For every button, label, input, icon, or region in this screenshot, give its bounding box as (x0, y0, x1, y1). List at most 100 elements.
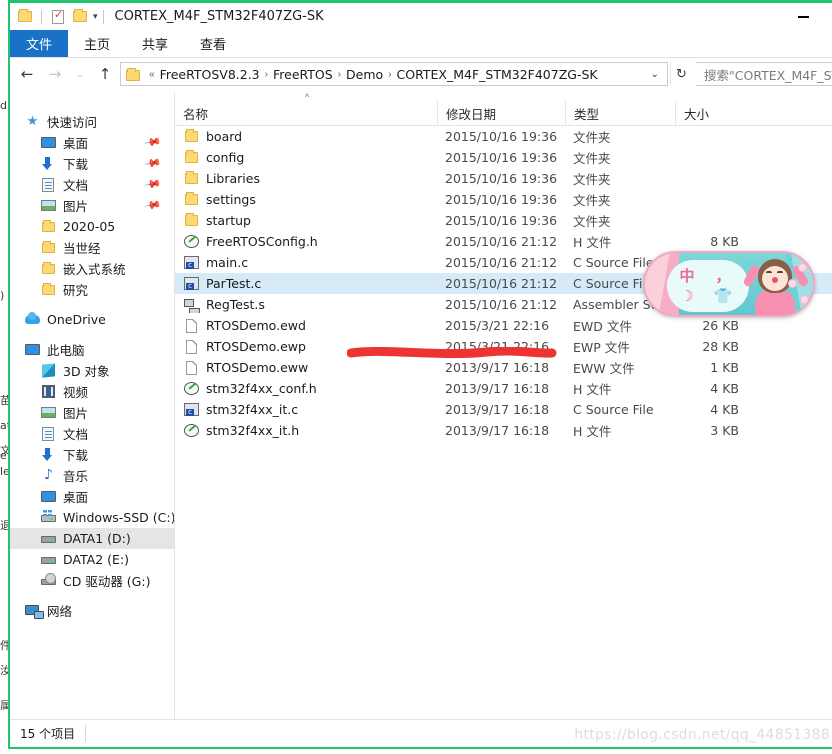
sidebar-item-7[interactable]: 嵌入式系统 (10, 258, 174, 279)
breadcrumb-separator-icon: › (264, 68, 268, 80)
ime-punctuation-icon[interactable]: ， (711, 265, 735, 286)
file-name-label: main.c (206, 255, 249, 270)
table-row[interactable]: startup 2015/10/16 19:36 文件夹 (175, 210, 832, 231)
sidebar-item-12[interactable]: 视频 (10, 381, 174, 402)
ime-skin-icon[interactable]: 👕 (711, 287, 735, 305)
sidebar-item-label: 文档 (63, 427, 89, 442)
tab-file[interactable]: 文件 (10, 30, 69, 57)
column-header-date[interactable]: 修改日期 (437, 100, 565, 126)
sidebar-item-9[interactable]: OneDrive (10, 309, 174, 330)
minimize-button[interactable] (780, 3, 826, 30)
table-row[interactable]: FreeRTOSConfig.h 2015/10/16 21:12 H 文件 8 KB (175, 231, 832, 252)
pin-icon[interactable]: 📌 (144, 133, 163, 152)
address-bar[interactable]: « FreeRTOSV8.2.3 › FreeRTOS › Demo › COR… (120, 62, 668, 86)
back-button[interactable]: ← (14, 61, 40, 87)
file-type-cell: 文件夹 (573, 130, 611, 145)
sidebar-item-6[interactable]: 当世经 (10, 237, 174, 258)
sidebar-item-14[interactable]: 文档 (10, 423, 174, 444)
up-button[interactable]: ↑ (92, 61, 118, 87)
breadcrumb-item-freertosv823[interactable]: FreeRTOSV8.2.3 (158, 67, 262, 82)
table-row[interactable]: stm32f4xx_it.h 2013/9/17 16:18 H 文件 3 KB (175, 420, 832, 441)
sidebar-item-label: 文档 (63, 178, 89, 193)
folder-icon[interactable] (15, 7, 35, 27)
sidebar-item-19[interactable]: DATA1 (D:) (10, 528, 174, 549)
ime-moon-icon[interactable]: ☽ (675, 287, 699, 305)
table-row[interactable]: RTOSDemo.ewp 2015/3/21 22:16 EWP 文件 28 KB (175, 336, 832, 357)
column-header-type[interactable]: 类型 (565, 100, 675, 126)
table-row[interactable]: RTOSDemo.eww 2013/9/17 16:18 EWW 文件 1 KB (175, 357, 832, 378)
sidebar-item-label: 2020-05 (63, 219, 116, 234)
sidebar-item-22[interactable]: 网络 (10, 600, 174, 621)
sidebar-item-15[interactable]: 下载 (10, 444, 174, 465)
search-input[interactable]: 搜索"CORTEX_M4F_STM32F407ZG-SK" (696, 62, 832, 86)
window-title: CORTEX_M4F_STM32F407ZG-SK (114, 9, 324, 24)
new-folder-icon[interactable] (70, 7, 90, 27)
sidebar-item-0[interactable]: ★ 快速访问 (10, 111, 174, 132)
file-name-label: board (206, 129, 243, 144)
sidebar-item-16[interactable]: ♪ 音乐 (10, 465, 174, 486)
sidebar-item-5[interactable]: 2020-05 (10, 216, 174, 237)
pin-icon[interactable]: 📌 (144, 154, 163, 173)
file-name-cell: Libraries (175, 170, 437, 187)
sidebar-item-13[interactable]: 图片 (10, 402, 174, 423)
tab-view[interactable]: 查看 (184, 30, 242, 57)
table-row[interactable]: stm32f4xx_it.c 2013/9/17 16:18 C Source Fi… (175, 399, 832, 420)
breadcrumb-item-freertos[interactable]: FreeRTOS (271, 67, 335, 82)
breadcrumb-item-current[interactable]: CORTEX_M4F_STM32F407ZG-SK (395, 67, 600, 82)
breadcrumb-item-demo[interactable]: Demo (344, 67, 385, 82)
blossom-icon (800, 295, 809, 304)
file-size-cell: 4 KB (710, 381, 739, 396)
chevron-down-icon[interactable]: ⌄ (645, 69, 665, 80)
pin-icon[interactable]: 📌 (144, 196, 163, 215)
table-row[interactable]: config 2015/10/16 19:36 文件夹 (175, 147, 832, 168)
forward-button[interactable]: → (42, 61, 68, 87)
ime-floating-toolbar[interactable]: 中 ， ☽ 👕 (643, 251, 815, 317)
pin-icon[interactable]: 📌 (144, 175, 163, 194)
folder-icon (183, 128, 201, 145)
file-type-cell: 文件夹 (573, 151, 611, 166)
document-icon (40, 425, 57, 442)
breadcrumb-overflow-icon[interactable]: « (146, 69, 158, 80)
file-rows: board 2015/10/16 19:36 文件夹 config 2015/10/16… (175, 126, 832, 719)
file-type-cell: 文件夹 (573, 193, 611, 208)
file-date-cell: 2013/9/17 16:18 (445, 381, 550, 396)
folder-icon (40, 239, 57, 256)
properties-icon[interactable] (48, 7, 68, 27)
table-row[interactable]: RTOSDemo.ewd 2015/3/21 22:16 EWD 文件 26 KB (175, 315, 832, 336)
h-file-icon (183, 380, 201, 397)
sidebar-item-1[interactable]: 桌面 📌 (10, 132, 174, 153)
sidebar-item-21[interactable]: CD 驱动器 (G:) (10, 570, 174, 591)
sidebar-item-label: DATA2 (E:) (63, 552, 129, 567)
sidebar-item-17[interactable]: 桌面 (10, 486, 174, 507)
tab-share[interactable]: 共享 (126, 30, 184, 57)
table-row[interactable]: board 2015/10/16 19:36 文件夹 (175, 126, 832, 147)
recent-locations-button[interactable]: ⌄ (70, 61, 90, 87)
column-header-size[interactable]: 大小 (675, 100, 753, 126)
sidebar-item-3[interactable]: 文档 📌 (10, 174, 174, 195)
folder-icon (183, 149, 201, 166)
column-header-name[interactable]: 名称 (175, 101, 437, 126)
network-icon (24, 602, 44, 619)
sidebar-item-8[interactable]: 研究 (10, 279, 174, 300)
sidebar-item-2[interactable]: 下载 📌 (10, 153, 174, 174)
sidebar-item-11[interactable]: 3D 对象 (10, 360, 174, 381)
file-name-cell: config (175, 149, 437, 166)
sidebar-item-4[interactable]: 图片 📌 (10, 195, 174, 216)
ime-chinese-mode-icon[interactable]: 中 (675, 265, 699, 286)
file-name-cell: FreeRTOSConfig.h (175, 233, 437, 250)
refresh-button[interactable]: ↻ (670, 62, 692, 86)
table-row[interactable]: stm32f4xx_conf.h 2013/9/17 16:18 H 文件 4 KB (175, 378, 832, 399)
sidebar-item-20[interactable]: DATA2 (E:) (10, 549, 174, 570)
file-date-cell: 2015/10/16 21:12 (445, 297, 558, 312)
tab-home[interactable]: 主页 (68, 30, 126, 57)
table-row[interactable]: settings 2015/10/16 19:36 文件夹 (175, 189, 832, 210)
sidebar-item-10[interactable]: 此电脑 (10, 339, 174, 360)
file-name-label: stm32f4xx_it.h (206, 423, 300, 438)
chevron-down-icon[interactable]: ▾ (93, 12, 98, 21)
table-row[interactable]: Libraries 2015/10/16 19:36 文件夹 (175, 168, 832, 189)
mascot-eye (777, 271, 783, 273)
file-name-cell: RTOSDemo.ewp (175, 338, 437, 355)
file-type-cell: H 文件 (573, 235, 612, 250)
document-icon (40, 176, 57, 193)
sidebar-item-18[interactable]: Windows-SSD (C:) (10, 507, 174, 528)
